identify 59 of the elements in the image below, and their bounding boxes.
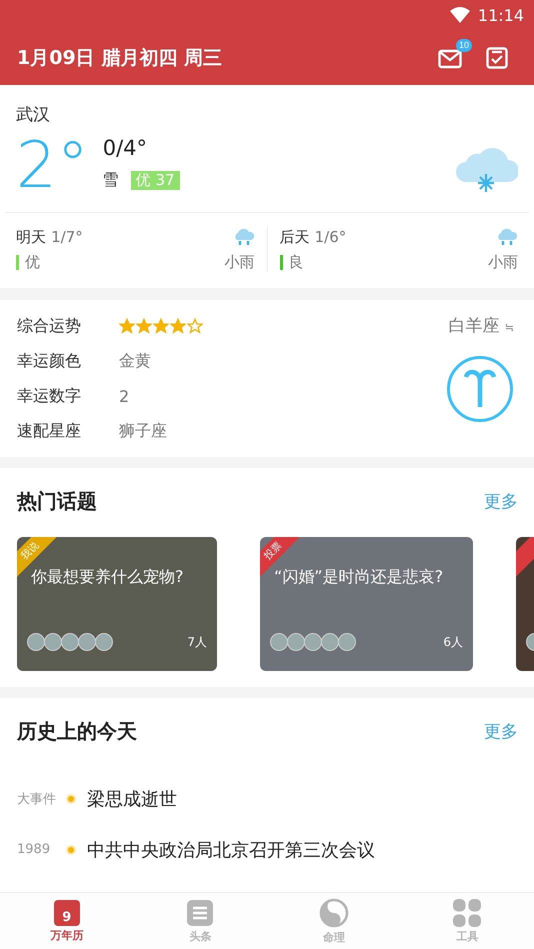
avatar: [321, 633, 339, 651]
forecast-day: 明天: [16, 228, 46, 246]
fortune-label: 幸运颜色: [17, 350, 82, 372]
avatar: [270, 633, 288, 651]
event-title[interactable]: 梁思成逝世: [87, 786, 177, 810]
avatar: [78, 633, 96, 651]
weather-condition: 雪: [102, 170, 119, 191]
more-link[interactable]: 更多: [484, 720, 518, 743]
wifi-icon: [450, 7, 470, 23]
grid-icon: [453, 898, 482, 926]
forecast-condition: 小雨: [488, 253, 518, 272]
air-quality: 良: [288, 253, 304, 272]
participant-count: 6人: [443, 634, 463, 650]
topic-card[interactable]: 我说 你最想要养什么宠物? 7人: [17, 537, 217, 671]
yin-yang-icon: [318, 898, 349, 928]
date-title: 1月09日 腊月初四 周三: [17, 46, 222, 70]
nav-tab[interactable]: 9 万年历: [0, 893, 134, 949]
event-title[interactable]: 中共中央政治局北京召开第三次会议: [87, 838, 375, 862]
switch-sign[interactable]: ≒: [504, 321, 514, 334]
current-temperature: 2°: [16, 132, 89, 200]
zodiac-sign[interactable]: 白羊座: [448, 316, 500, 336]
temperature-range: 0/4°: [102, 136, 148, 160]
rain-cloud-icon: [232, 228, 254, 246]
forecast-range: 1/6°: [314, 228, 346, 246]
forecast-condition: 小雨: [224, 253, 254, 272]
section-title: 热门话题: [17, 488, 97, 515]
clock: 11:14: [478, 6, 524, 24]
notification-badge: 10: [456, 38, 472, 52]
fortune-label: 综合运势: [17, 316, 82, 336]
avatar: [338, 633, 356, 651]
forecast-range: 1/7°: [51, 228, 83, 246]
event-year: 大事件: [17, 790, 57, 808]
fortune-value: 2: [119, 386, 130, 406]
avatar: [287, 633, 305, 651]
timeline-dot: [66, 794, 76, 804]
city-name: 武汉: [16, 104, 51, 126]
aries-icon: [446, 355, 514, 423]
avatar: [27, 633, 45, 651]
fortune-label: 幸运数字: [17, 386, 82, 406]
topic-card[interactable]: 投票 “闪婚”是时尚还是悲哀? 6人: [260, 537, 473, 671]
mail-button[interactable]: 10: [436, 38, 472, 70]
fortune-value: 狮子座: [119, 420, 167, 442]
calendar-icon: 9: [54, 900, 80, 926]
forecast-day: 后天: [280, 228, 310, 246]
timeline-dot: [66, 844, 76, 854]
event-year: 1989: [17, 842, 52, 857]
avatar: [61, 633, 79, 651]
air-quality-badge: 优 37: [130, 171, 180, 190]
participant-count: 7人: [187, 634, 207, 650]
newspaper-icon: [186, 898, 214, 926]
rain-cloud-icon: [496, 228, 518, 246]
avatar: [304, 633, 322, 651]
air-quality: 优: [25, 253, 40, 272]
fortune-value: 金黄: [119, 350, 151, 372]
more-link[interactable]: 更多: [484, 490, 518, 513]
section-title: 历史上的今天: [17, 718, 137, 745]
avatar: [95, 633, 113, 651]
fortune-label: 速配星座: [17, 420, 82, 442]
avatar: [44, 633, 62, 651]
